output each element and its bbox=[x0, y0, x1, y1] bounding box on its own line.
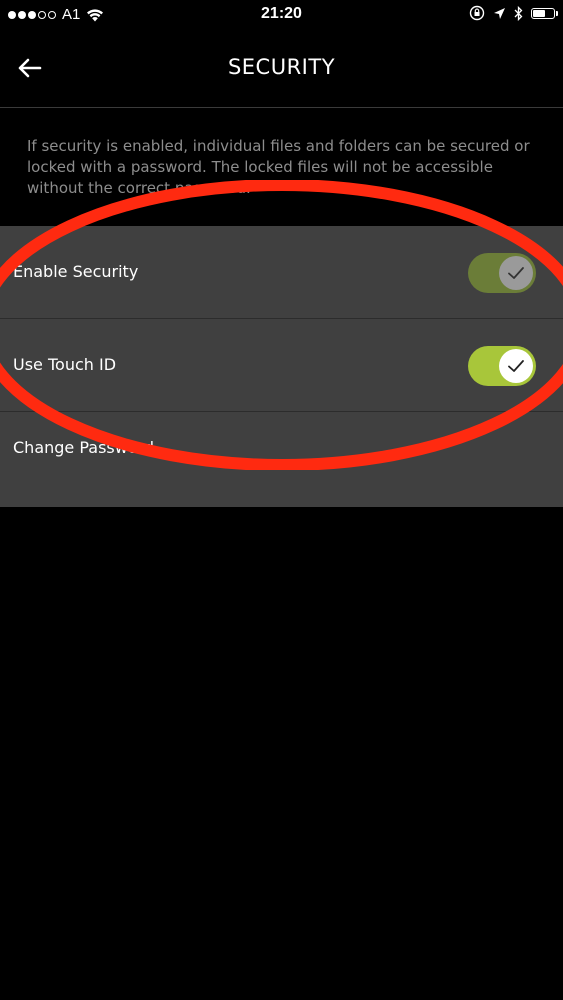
status-right bbox=[469, 5, 558, 21]
enable-security-toggle[interactable] bbox=[468, 253, 536, 293]
checkmark-icon bbox=[508, 360, 524, 372]
orientation-lock-icon bbox=[469, 5, 485, 21]
nav-bar: SECURITY bbox=[0, 30, 563, 108]
toggle-knob bbox=[499, 349, 533, 383]
location-arrow-icon bbox=[494, 7, 505, 19]
security-description: If security is enabled, individual files… bbox=[27, 137, 530, 197]
page-title: SECURITY bbox=[227, 55, 336, 79]
enable-security-row[interactable]: Enable Security bbox=[0, 226, 563, 319]
change-password-label: Change Password bbox=[13, 438, 155, 457]
use-touch-id-toggle[interactable] bbox=[468, 346, 536, 386]
checkmark-icon bbox=[508, 267, 524, 279]
toggle-knob bbox=[499, 256, 533, 290]
enable-security-label: Enable Security bbox=[13, 262, 139, 281]
change-password-row[interactable]: Change Password bbox=[0, 412, 563, 507]
battery-icon bbox=[531, 7, 558, 19]
bluetooth-icon bbox=[514, 5, 523, 21]
use-touch-id-row[interactable]: Use Touch ID bbox=[0, 319, 563, 412]
status-bar: A1 21:20 bbox=[0, 0, 563, 30]
settings-list: Enable Security Use Touch ID Change Pass… bbox=[0, 226, 563, 507]
use-touch-id-label: Use Touch ID bbox=[13, 355, 117, 374]
